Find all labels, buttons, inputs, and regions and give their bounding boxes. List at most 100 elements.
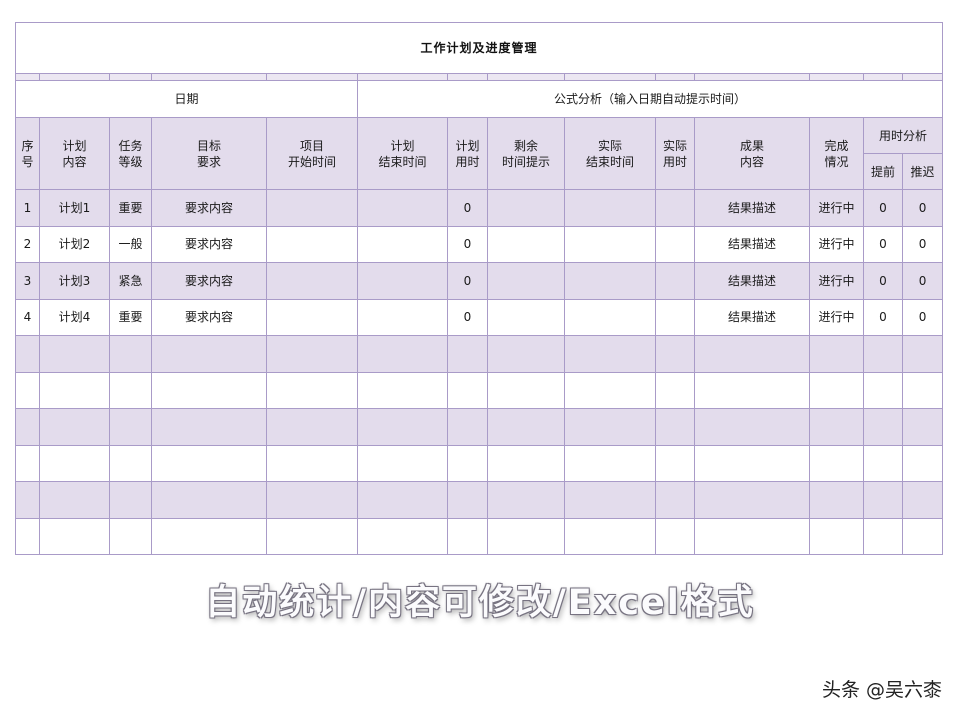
col-header-remaining[interactable]: 剩余 时间提示 [487, 117, 565, 190]
empty-cell[interactable] [357, 444, 448, 482]
spacer-cell[interactable] [863, 73, 903, 81]
col-header-seq[interactable]: 序号 [15, 117, 40, 190]
empty-cell[interactable] [694, 481, 810, 519]
cell-plan-end[interactable] [357, 225, 448, 263]
empty-cell[interactable] [266, 444, 358, 482]
cell-early[interactable]: 0 [863, 189, 903, 227]
empty-cell[interactable] [151, 481, 267, 519]
cell-actual-end[interactable] [564, 262, 656, 300]
empty-cell[interactable] [694, 335, 810, 373]
col-header-plan-used[interactable]: 计划 用时 [447, 117, 488, 190]
empty-cell[interactable] [15, 481, 40, 519]
cell-actual-end[interactable] [564, 189, 656, 227]
empty-cell[interactable] [39, 481, 110, 519]
empty-cell[interactable] [809, 371, 864, 409]
cell-level[interactable]: 紧急 [109, 262, 152, 300]
spacer-cell[interactable] [447, 73, 488, 81]
cell-result[interactable]: 结果描述 [694, 298, 810, 336]
spacer-cell[interactable] [487, 73, 565, 81]
empty-cell[interactable] [487, 481, 565, 519]
spacer-cell[interactable] [266, 73, 358, 81]
empty-cell[interactable] [266, 481, 358, 519]
empty-cell[interactable] [564, 335, 656, 373]
empty-cell[interactable] [39, 371, 110, 409]
empty-cell[interactable] [694, 444, 810, 482]
cell-seq[interactable]: 2 [15, 225, 40, 263]
empty-cell[interactable] [357, 335, 448, 373]
empty-cell[interactable] [266, 517, 358, 555]
empty-cell[interactable] [863, 371, 903, 409]
empty-cell[interactable] [109, 481, 152, 519]
empty-cell[interactable] [564, 481, 656, 519]
empty-cell[interactable] [863, 444, 903, 482]
empty-cell[interactable] [564, 371, 656, 409]
cell-result[interactable]: 结果描述 [694, 262, 810, 300]
cell-status[interactable]: 进行中 [809, 298, 864, 336]
cell-seq[interactable]: 4 [15, 298, 40, 336]
empty-cell[interactable] [901, 444, 944, 482]
cell-seq[interactable]: 3 [15, 262, 40, 300]
spacer-cell[interactable] [901, 73, 944, 81]
empty-cell[interactable] [109, 444, 152, 482]
cell-project-start[interactable] [266, 262, 358, 300]
empty-cell[interactable] [109, 335, 152, 373]
cell-project-start[interactable] [266, 225, 358, 263]
cell-plan-used[interactable]: 0 [447, 298, 488, 336]
cell-plan[interactable]: 计划1 [39, 189, 110, 227]
empty-cell[interactable] [39, 444, 110, 482]
empty-cell[interactable] [151, 408, 267, 446]
empty-cell[interactable] [655, 408, 695, 446]
empty-cell[interactable] [109, 371, 152, 409]
empty-cell[interactable] [901, 371, 944, 409]
empty-cell[interactable] [151, 335, 267, 373]
cell-plan-end[interactable] [357, 189, 448, 227]
cell-actual-end[interactable] [564, 225, 656, 263]
empty-cell[interactable] [901, 408, 944, 446]
cell-status[interactable]: 进行中 [809, 262, 864, 300]
empty-cell[interactable] [809, 481, 864, 519]
cell-requirement[interactable]: 要求内容 [151, 298, 267, 336]
spacer-cell[interactable] [39, 73, 110, 81]
empty-cell[interactable] [447, 371, 488, 409]
empty-cell[interactable] [694, 371, 810, 409]
col-header-time-analysis[interactable]: 用时分析 [862, 117, 944, 154]
cell-plan[interactable]: 计划3 [39, 262, 110, 300]
empty-cell[interactable] [487, 517, 565, 555]
empty-cell[interactable] [863, 481, 903, 519]
cell-requirement[interactable]: 要求内容 [151, 189, 267, 227]
col-header-task-level[interactable]: 任务 等级 [109, 117, 152, 190]
empty-cell[interactable] [487, 444, 565, 482]
cell-level[interactable]: 重要 [109, 189, 152, 227]
col-header-goal-requirement[interactable]: 目标 要求 [151, 117, 267, 190]
spacer-cell[interactable] [809, 73, 864, 81]
cell-plan-used[interactable]: 0 [447, 225, 488, 263]
empty-cell[interactable] [655, 371, 695, 409]
cell-delay[interactable]: 0 [901, 262, 944, 300]
empty-cell[interactable] [564, 408, 656, 446]
empty-cell[interactable] [266, 408, 358, 446]
spacer-cell[interactable] [655, 73, 695, 81]
empty-cell[interactable] [39, 335, 110, 373]
empty-cell[interactable] [863, 335, 903, 373]
empty-cell[interactable] [863, 517, 903, 555]
empty-cell[interactable] [447, 444, 488, 482]
cell-plan-used[interactable]: 0 [447, 189, 488, 227]
empty-cell[interactable] [564, 517, 656, 555]
section-formula-header[interactable]: 公式分析（输入日期自动提示时间） [356, 80, 944, 118]
cell-plan-end[interactable] [357, 262, 448, 300]
cell-remaining[interactable] [487, 262, 565, 300]
cell-remaining[interactable] [487, 189, 565, 227]
empty-cell[interactable] [901, 517, 944, 555]
cell-delay[interactable]: 0 [901, 225, 944, 263]
spacer-cell[interactable] [15, 73, 40, 81]
col-header-result[interactable]: 成果 内容 [694, 117, 810, 190]
empty-cell[interactable] [357, 371, 448, 409]
empty-cell[interactable] [863, 408, 903, 446]
col-header-actual-end[interactable]: 实际 结束时间 [564, 117, 656, 190]
empty-cell[interactable] [151, 371, 267, 409]
col-header-early[interactable]: 提前 [863, 153, 903, 190]
spacer-cell[interactable] [109, 73, 152, 81]
empty-cell[interactable] [447, 408, 488, 446]
cell-status[interactable]: 进行中 [809, 225, 864, 263]
cell-level[interactable]: 重要 [109, 298, 152, 336]
